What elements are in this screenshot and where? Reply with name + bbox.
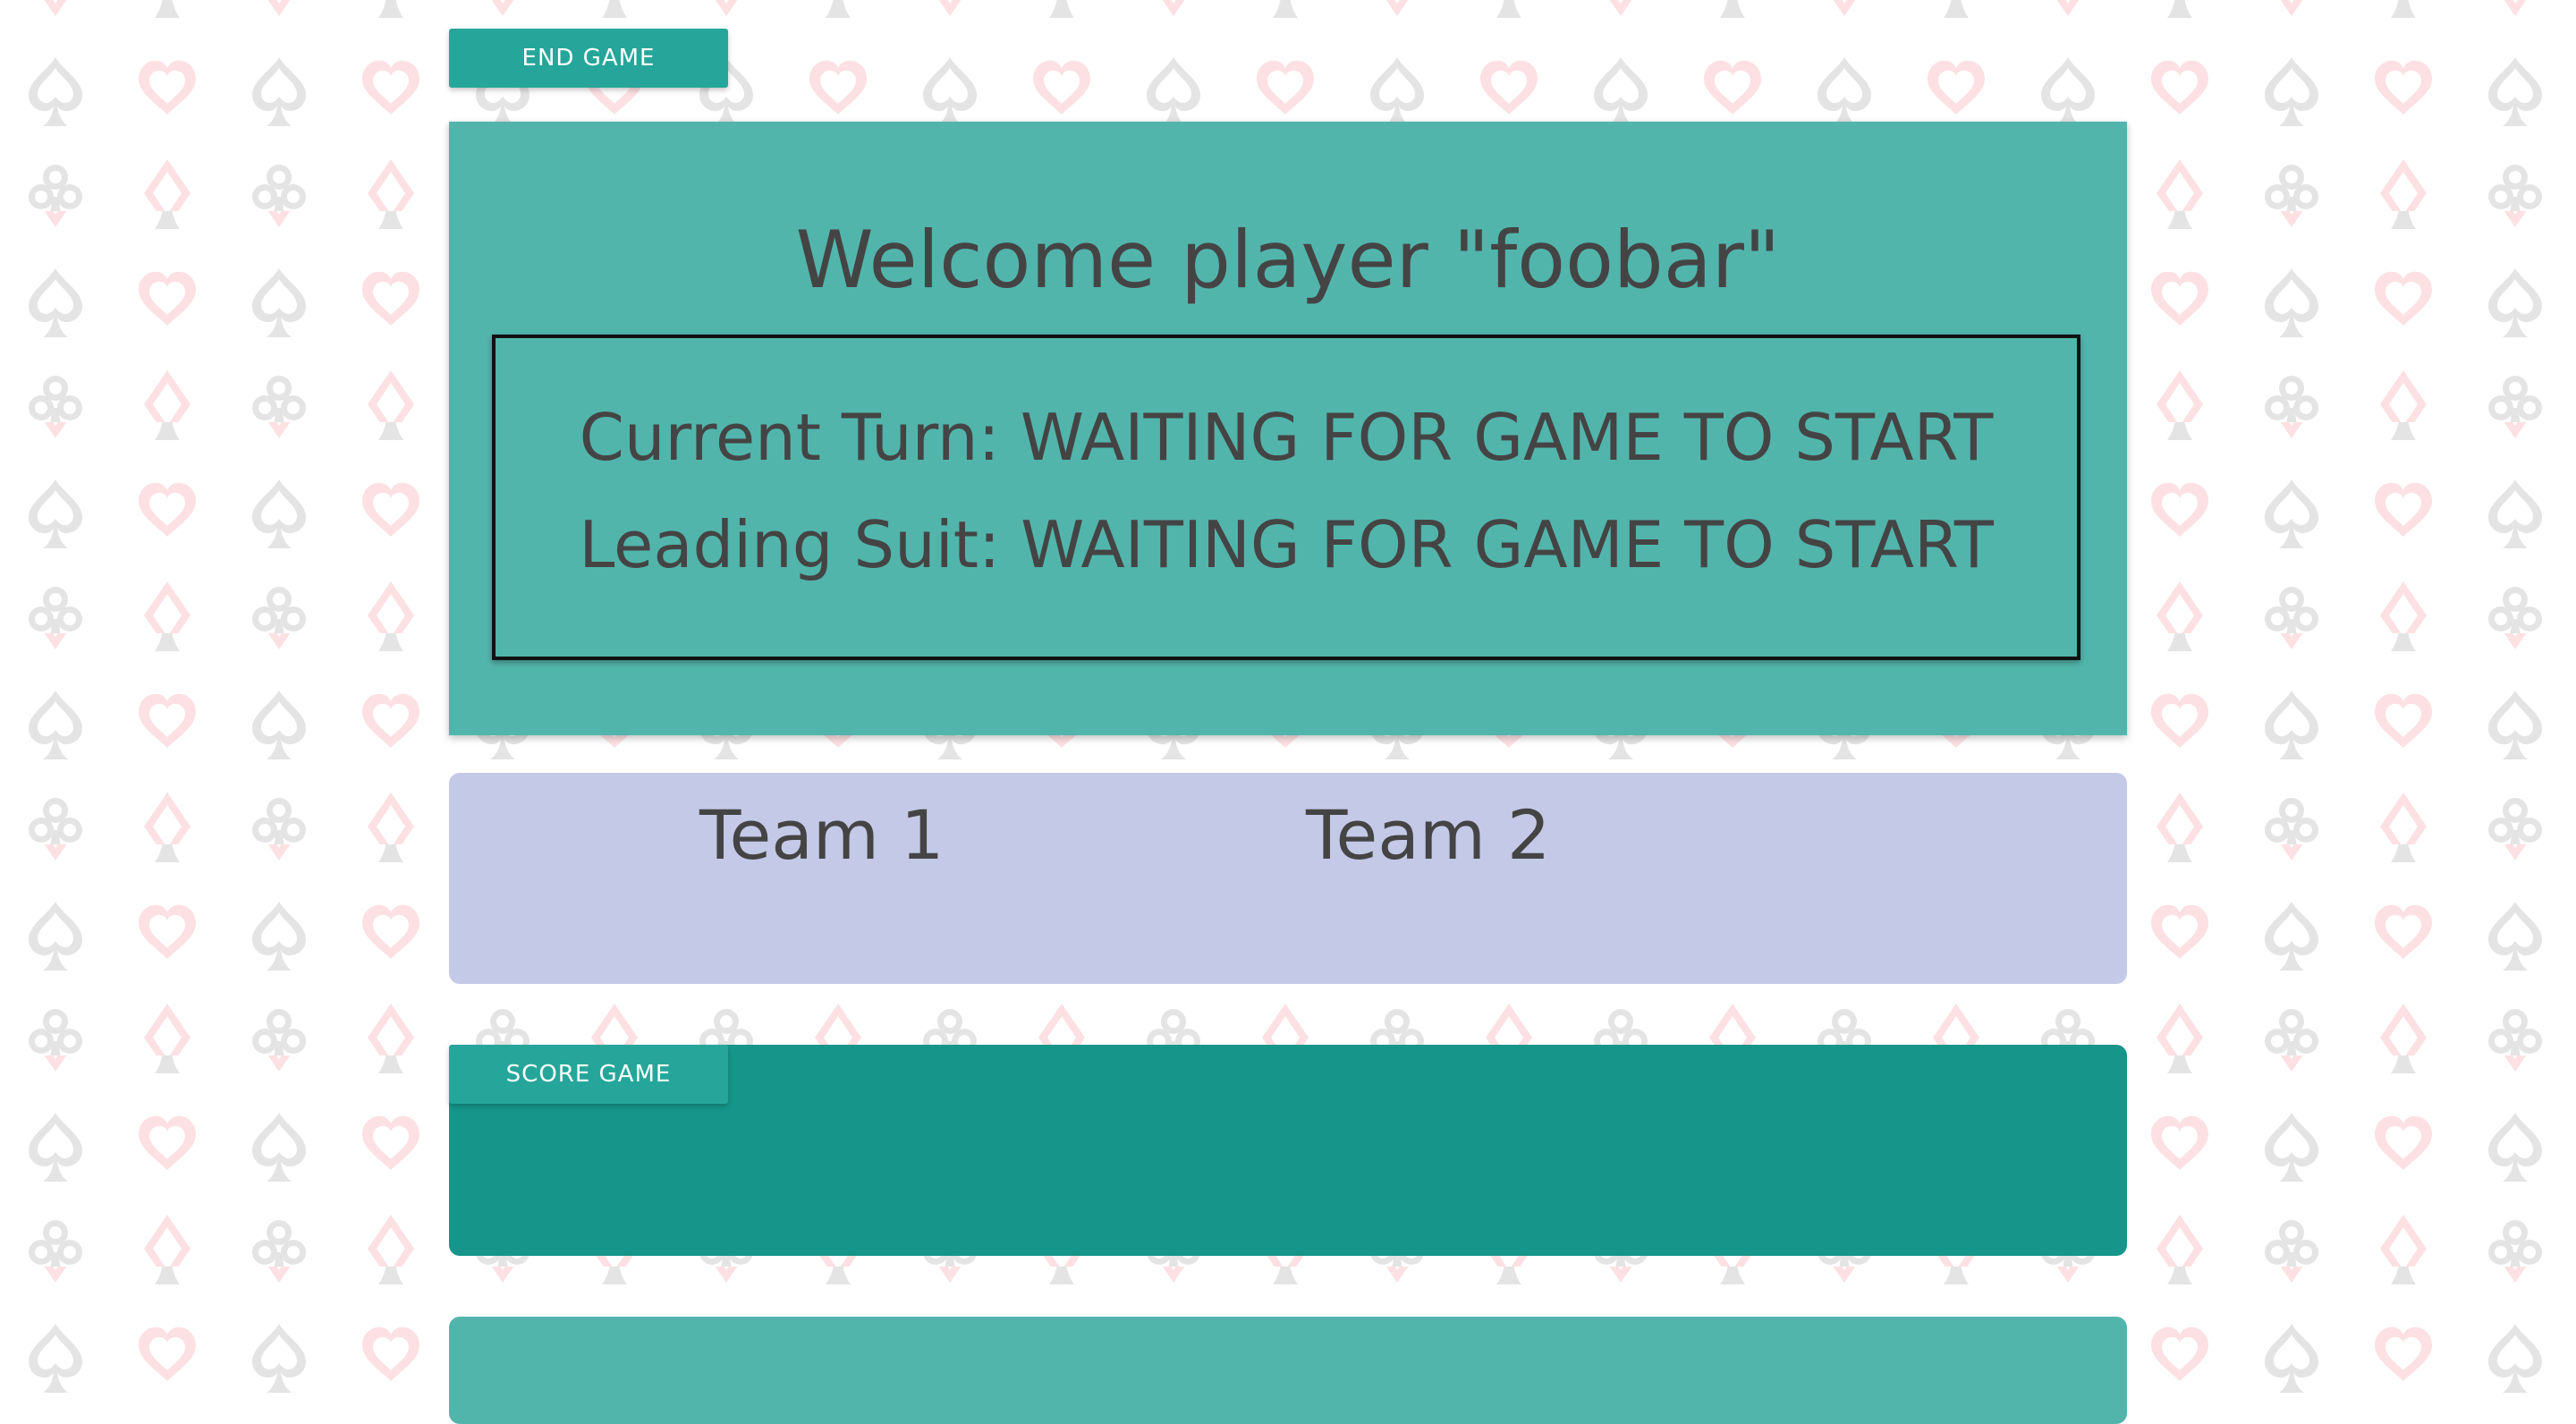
score-game-button[interactable]: SCORE GAME	[449, 1045, 728, 1104]
welcome-title: Welcome player "foobar"	[795, 214, 1781, 306]
game-status-box: Current Turn: WAITING FOR GAME TO START …	[492, 335, 2080, 660]
team-1-label: Team 1	[699, 795, 945, 875]
teams-card: Team 1 Team 2	[449, 773, 2127, 984]
end-game-button[interactable]: END GAME	[449, 29, 728, 88]
team-2-label: Team 2	[1306, 795, 1551, 875]
welcome-card: Welcome player "foobar" Current Turn: WA…	[449, 122, 2127, 735]
leading-suit-text: Leading Suit: WAITING FOR GAME TO START	[579, 507, 1994, 582]
current-turn-text: Current Turn: WAITING FOR GAME TO START	[579, 400, 1994, 475]
bottom-card	[449, 1317, 2127, 1424]
